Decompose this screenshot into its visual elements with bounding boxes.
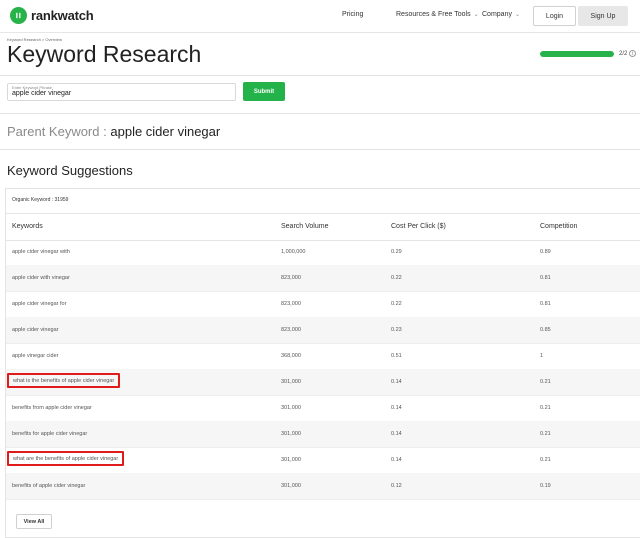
table-row[interactable]: apple cider vinegar 823,000 0.23 0.85: [6, 317, 640, 344]
column-header-competition[interactable]: Competition: [540, 223, 577, 230]
column-header-keywords[interactable]: Keywords: [12, 223, 43, 230]
login-button[interactable]: Login: [533, 6, 576, 26]
table-row[interactable]: apple vinegar cider 368,000 0.51 1: [6, 343, 640, 370]
page-title: Keyword Research: [7, 41, 202, 67]
logo-mark-icon: [10, 7, 27, 24]
progress-bar-fill: [540, 51, 614, 57]
table-row[interactable]: apple cider vinegar with 1,000,000 0.29 0.8…: [6, 239, 640, 266]
chevron-down-icon: ⌄: [514, 12, 520, 18]
keyword-suggestions-table: Organic Keyword : 31959 Keywords Search …: [5, 188, 640, 538]
search-volume-cell: 368,000: [281, 353, 301, 359]
keyword-cell[interactable]: benefits for apple cider vinegar: [12, 431, 87, 437]
competition-cell: 0.21: [540, 379, 551, 385]
organic-keyword-label: Organic Keyword :: [12, 197, 54, 203]
cpc-cell: 0.14: [391, 405, 402, 411]
keyword-phrase-value[interactable]: apple cider vinegar: [12, 90, 71, 97]
view-all-button[interactable]: View All: [16, 514, 52, 529]
competition-cell: 0.81: [540, 301, 551, 307]
cpc-cell: 0.23: [391, 327, 402, 333]
search-volume-cell: 301,000: [281, 431, 301, 437]
table-row[interactable]: apple cider with vinegar 823,000 0.22 0.81: [6, 265, 640, 292]
search-volume-cell: 301,000: [281, 483, 301, 489]
keyword-cell[interactable]: benefits from apple cider vinegar: [12, 405, 92, 411]
logo-text: rankwatch: [31, 8, 94, 23]
table-row[interactable]: what is the benefits of apple cider vine…: [6, 369, 640, 396]
progress-bar: [540, 51, 614, 57]
search-volume-cell: 823,000: [281, 301, 301, 307]
parent-keyword-label: Parent Keyword: [7, 124, 100, 139]
search-volume-cell: 301,000: [281, 379, 301, 385]
competition-cell: 1: [540, 353, 544, 359]
chevron-down-icon: ⌄: [473, 12, 479, 18]
nav-company[interactable]: Company ⌄: [482, 11, 520, 18]
competition-cell: 0.85: [540, 327, 551, 333]
table-row[interactable]: what are the benefits of apple cider vin…: [6, 447, 640, 474]
divider: [0, 75, 640, 76]
keyword-cell-highlighted[interactable]: what is the benefits of apple cider vine…: [7, 373, 121, 388]
search-volume-cell: 301,000: [281, 405, 301, 411]
cpc-cell: 0.14: [391, 457, 402, 463]
submit-button[interactable]: Submit: [243, 82, 285, 101]
keyword-cell[interactable]: apple cider vinegar for: [12, 301, 66, 307]
nav-pricing[interactable]: Pricing: [342, 11, 363, 18]
cpc-cell: 0.22: [391, 275, 402, 281]
cpc-cell: 0.14: [391, 431, 402, 437]
table-row[interactable]: benefits for apple cider vinegar 301,000 0…: [6, 421, 640, 448]
divider: [0, 113, 640, 114]
keyword-cell[interactable]: apple cider vinegar: [12, 327, 58, 333]
progress-count: 2/2: [619, 51, 628, 57]
nav-company-label: Company: [482, 11, 512, 18]
column-header-cpc[interactable]: Cost Per Click ($): [391, 223, 446, 230]
search-volume-cell: 301,000: [281, 457, 301, 463]
table-row[interactable]: benefits of apple cider vinegar 301,000 0.…: [6, 473, 640, 500]
search-volume-cell: 823,000: [281, 327, 301, 333]
parent-keyword-heading: Parent Keyword : apple cider vinegar: [7, 124, 220, 139]
signup-button[interactable]: Sign Up: [578, 6, 628, 26]
table-row[interactable]: benefits from apple cider vinegar 301,000…: [6, 395, 640, 422]
competition-cell: 0.89: [540, 249, 551, 255]
organic-keyword-value: 31959: [54, 197, 69, 203]
top-nav-bar: rankwatch Pricing Resources & Free Tools…: [0, 0, 640, 33]
nav-pricing-label: Pricing: [342, 11, 364, 18]
competition-cell: 0.81: [540, 275, 551, 281]
nav-resources-free-tools[interactable]: Resources & Free Tools ⌄: [396, 11, 479, 18]
competition-cell: 0.19: [540, 483, 551, 489]
parent-keyword-separator: :: [103, 124, 107, 139]
cpc-cell: 0.51: [391, 353, 402, 359]
keyword-suggestions-title: Keyword Suggestions: [7, 163, 133, 178]
search-volume-cell: 823,000: [281, 275, 301, 281]
table-header: Keywords Search Volume Cost Per Click ($…: [6, 213, 640, 241]
competition-cell: 0.21: [540, 431, 551, 437]
cpc-cell: 0.22: [391, 301, 402, 307]
divider: [0, 149, 640, 150]
nav-resources-label: Resources & Free Tools: [396, 11, 471, 18]
competition-cell: 0.21: [540, 405, 551, 411]
organic-keyword-count: Organic Keyword : 31959: [12, 197, 68, 203]
cpc-cell: 0.14: [391, 379, 402, 385]
info-icon[interactable]: i: [629, 50, 636, 57]
keyword-cell[interactable]: benefits of apple cider vinegar: [12, 483, 85, 489]
parent-keyword-value: apple cider vinegar: [110, 124, 221, 139]
keyword-cell[interactable]: apple cider with vinegar: [12, 275, 70, 281]
cpc-cell: 0.29: [391, 249, 402, 255]
cpc-cell: 0.12: [391, 483, 402, 489]
rankwatch-logo[interactable]: rankwatch: [10, 7, 94, 24]
keyword-phrase-input[interactable]: Enter Keyword Phrase apple cider vinegar: [7, 83, 236, 101]
keyword-cell[interactable]: apple cider vinegar with: [12, 249, 70, 255]
keyword-cell[interactable]: apple vinegar cider: [12, 353, 58, 359]
keyword-cell-highlighted[interactable]: what are the benefits of apple cider vin…: [7, 451, 125, 466]
table-row[interactable]: apple cider vinegar for 823,000 0.22 0.81: [6, 291, 640, 318]
column-header-search-volume[interactable]: Search Volume: [281, 223, 328, 230]
search-volume-cell: 1,000,000: [281, 249, 306, 255]
competition-cell: 0.21: [540, 457, 551, 463]
